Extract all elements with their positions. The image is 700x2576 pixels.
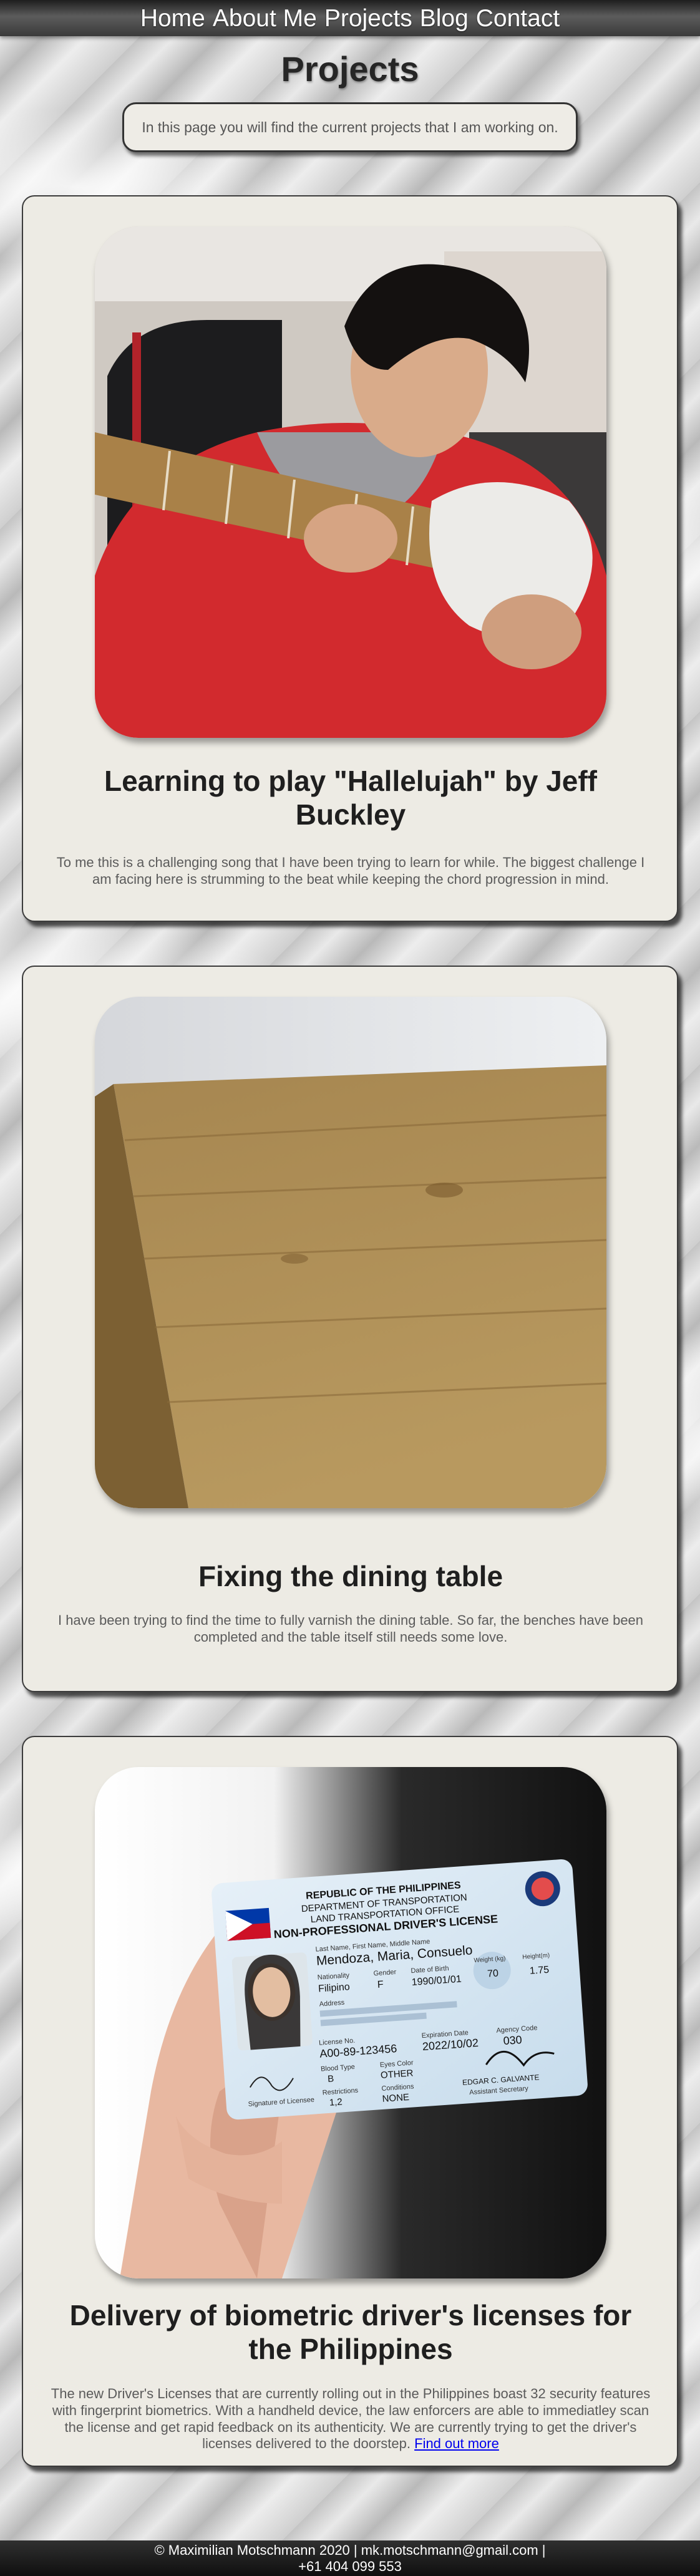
license-height: 1.75 [529, 1965, 549, 1977]
drivers-license-photo: REPUBLIC OF THE PHILIPPINES DEPARTMENT O… [95, 1767, 606, 2278]
project-description: The new Driver's Licenses that are curre… [48, 2386, 653, 2453]
footer-contact-line: © Maximilian Motschmann 2020 | mk.motsch… [154, 2542, 546, 2558]
license-conditions: NONE [382, 2092, 409, 2104]
find-out-more-link[interactable]: Find out more [414, 2436, 499, 2451]
top-navigation-bar: Home About Me Projects Blog Contact [0, 0, 700, 36]
nav-projects-link[interactable]: Projects [324, 6, 412, 31]
project-description: To me this is a challenging song that I … [56, 855, 645, 887]
page-footer: © Maximilian Motschmann 2020 | mk.motsch… [0, 2540, 700, 2576]
project-card-guitar: Learning to play "Hallelujah" by Jeff Bu… [22, 195, 678, 922]
project-title: Fixing the dining table [198, 1560, 503, 1592]
nav-contact-link[interactable]: Contact [476, 6, 560, 31]
nav-about-me-link[interactable]: About Me [213, 6, 317, 31]
project-title: Delivery of biometric driver's licenses … [69, 2299, 632, 2366]
nav-blog-link[interactable]: Blog [420, 6, 469, 31]
license-agency: 030 [503, 2033, 522, 2047]
wooden-table-photo [95, 997, 606, 1508]
nav-home-link[interactable]: Home [140, 6, 205, 31]
footer-phone-line: +61 404 099 553 [298, 2559, 402, 2574]
license-weight: 70 [487, 1968, 499, 1979]
license-nationality: Filipino [318, 1982, 351, 1995]
license-restrictions: 1,2 [329, 2096, 343, 2108]
intro-text: In this page you will find the current p… [142, 119, 558, 135]
license-sex: F [377, 1979, 384, 1990]
project-description: I have been trying to find the time to f… [57, 1612, 644, 1645]
guitar-player-photo [95, 226, 606, 738]
project-card-table: Fixing the dining table I have been tryi… [22, 966, 678, 1692]
intro-box: In this page you will find the current p… [122, 102, 578, 152]
project-card-licenses: REPUBLIC OF THE PHILIPPINES DEPARTMENT O… [22, 1736, 678, 2467]
license-blood: B [328, 2073, 334, 2085]
project-description-text: The new Driver's Licenses that are curre… [51, 2386, 651, 2452]
project-title: Learning to play "Hallelujah" by Jeff Bu… [104, 765, 597, 831]
page-title: Projects [281, 49, 419, 89]
